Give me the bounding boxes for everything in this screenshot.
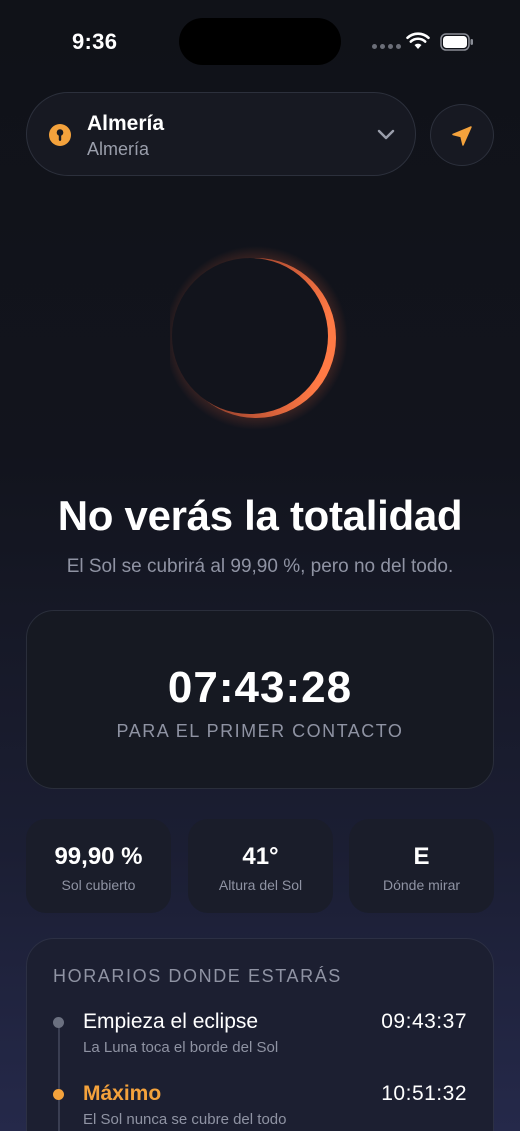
stat-sun-covered: 99,90 % Sol cubierto [26,819,171,913]
event-title: Empieza el eclipse [83,1010,259,1033]
cellular-signal-icon [372,44,401,49]
chevron-down-icon [377,129,395,140]
timeline-dot [53,1089,64,1100]
countdown-label: PARA EL PRIMER CONTACTO [116,721,404,741]
subline: El Sol se cubrirá al 99,90 %, pero no de… [66,556,454,577]
stat-value: 41° [242,843,279,870]
location-title: Almería [87,112,165,135]
stat-look-direction: E Dónde mirar [349,819,494,913]
wifi-icon [406,32,430,49]
dynamic-island [179,18,341,65]
schedule-title: HORARIOS DONDE ESTARÁS [53,966,342,986]
locate-me-button[interactable] [430,104,494,166]
countdown-card: 07:43:28 PARA EL PRIMER CONTACTO [26,610,494,789]
schedule-card: HORARIOS DONDE ESTARÁS Empieza el eclips… [26,938,494,1131]
headline: No verás la totalidad [57,492,463,539]
stat-value: E [413,843,430,870]
event-time: 10:51:32 [381,1082,467,1105]
event-description: El Sol nunca se cubre del todo [83,1111,287,1128]
pin-icon [49,124,71,146]
stat-label: Sol cubierto [61,877,136,893]
countdown-time: 07:43:28 [167,663,353,712]
stat-sun-altitude: 41° Altura del Sol [188,819,333,913]
stat-label: Altura del Sol [218,877,303,893]
stat-value: 99,90 % [54,843,143,870]
location-subtitle: Almería [87,139,150,159]
timeline-line [58,1023,60,1131]
navigation-arrow-icon [452,126,472,146]
status-bar: 9:36 [0,0,520,84]
timeline-dot [53,1017,64,1028]
stat-label: Dónde mirar [382,877,461,893]
event-title: Máximo [83,1082,162,1105]
eclipse-illustration [170,246,348,430]
event-time: 09:43:37 [381,1010,467,1033]
status-time: 9:36 [72,29,118,54]
event-description: La Luna toca el borde del Sol [83,1039,279,1056]
location-selector[interactable]: Almería Almería [26,92,416,176]
battery-icon [440,33,473,51]
